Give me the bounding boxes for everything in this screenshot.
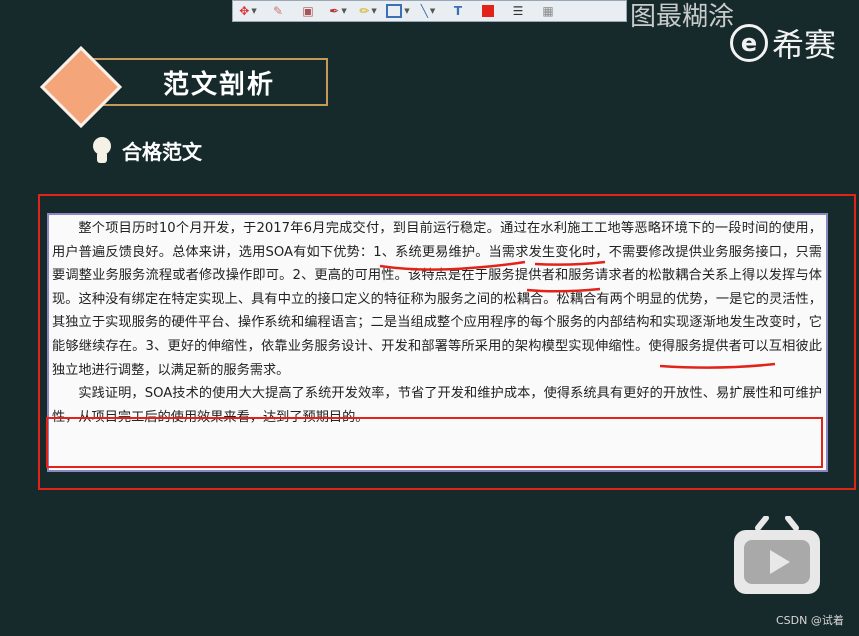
brand-logo: e 希赛 — [730, 20, 836, 66]
section-title: 范文剖析 — [162, 69, 275, 100]
line-weight-icon[interactable]: ☰ — [503, 1, 533, 21]
paragraph-1: 整个项目历时10个月开发，于2017年6月完成交付，到目前运行稳定。通过在水利施… — [52, 221, 822, 378]
document-text: 整个项目历时10个月开发，于2017年6月完成交付，到目前运行稳定。通过在水利施… — [52, 217, 822, 429]
subheading: 合格范文 — [92, 136, 202, 165]
subheading-title: 合格范文 — [122, 140, 202, 164]
line-tool-icon[interactable]: ╲ ▼ — [413, 1, 443, 21]
rectangle-tool-icon[interactable]: ▼ — [383, 1, 413, 21]
play-video-icon[interactable] — [732, 515, 822, 596]
section-title-box: 范文剖析 — [90, 58, 328, 106]
blur-tool-icon[interactable]: ▦ — [533, 1, 563, 21]
watermark: CSDN @试着 — [776, 614, 844, 627]
pen-tool-icon[interactable]: ✒ ▼ — [323, 1, 353, 21]
highlighter-tool-icon[interactable]: ✏ ▼ — [353, 1, 383, 21]
text-tool-icon[interactable]: T — [443, 1, 473, 21]
move-tool-icon[interactable]: ✥ ▼ — [233, 1, 263, 21]
overlay-text: 图最糊涂 — [630, 2, 735, 32]
brand-e-icon: e — [730, 24, 768, 62]
brand-name: 希赛 — [772, 26, 837, 64]
color-swatch-icon[interactable] — [473, 1, 503, 21]
eraser-tool-icon[interactable]: ✎ — [263, 1, 293, 21]
inner-highlight-box — [46, 417, 823, 468]
lightbulb-icon — [92, 136, 112, 165]
stamp-tool-icon[interactable]: ▣ — [293, 1, 323, 21]
annotation-toolbar: ✥ ▼ ✎ ▣ ✒ ▼ ✏ ▼ ▼ ╲ ▼ T ☰ ▦ — [232, 0, 627, 22]
